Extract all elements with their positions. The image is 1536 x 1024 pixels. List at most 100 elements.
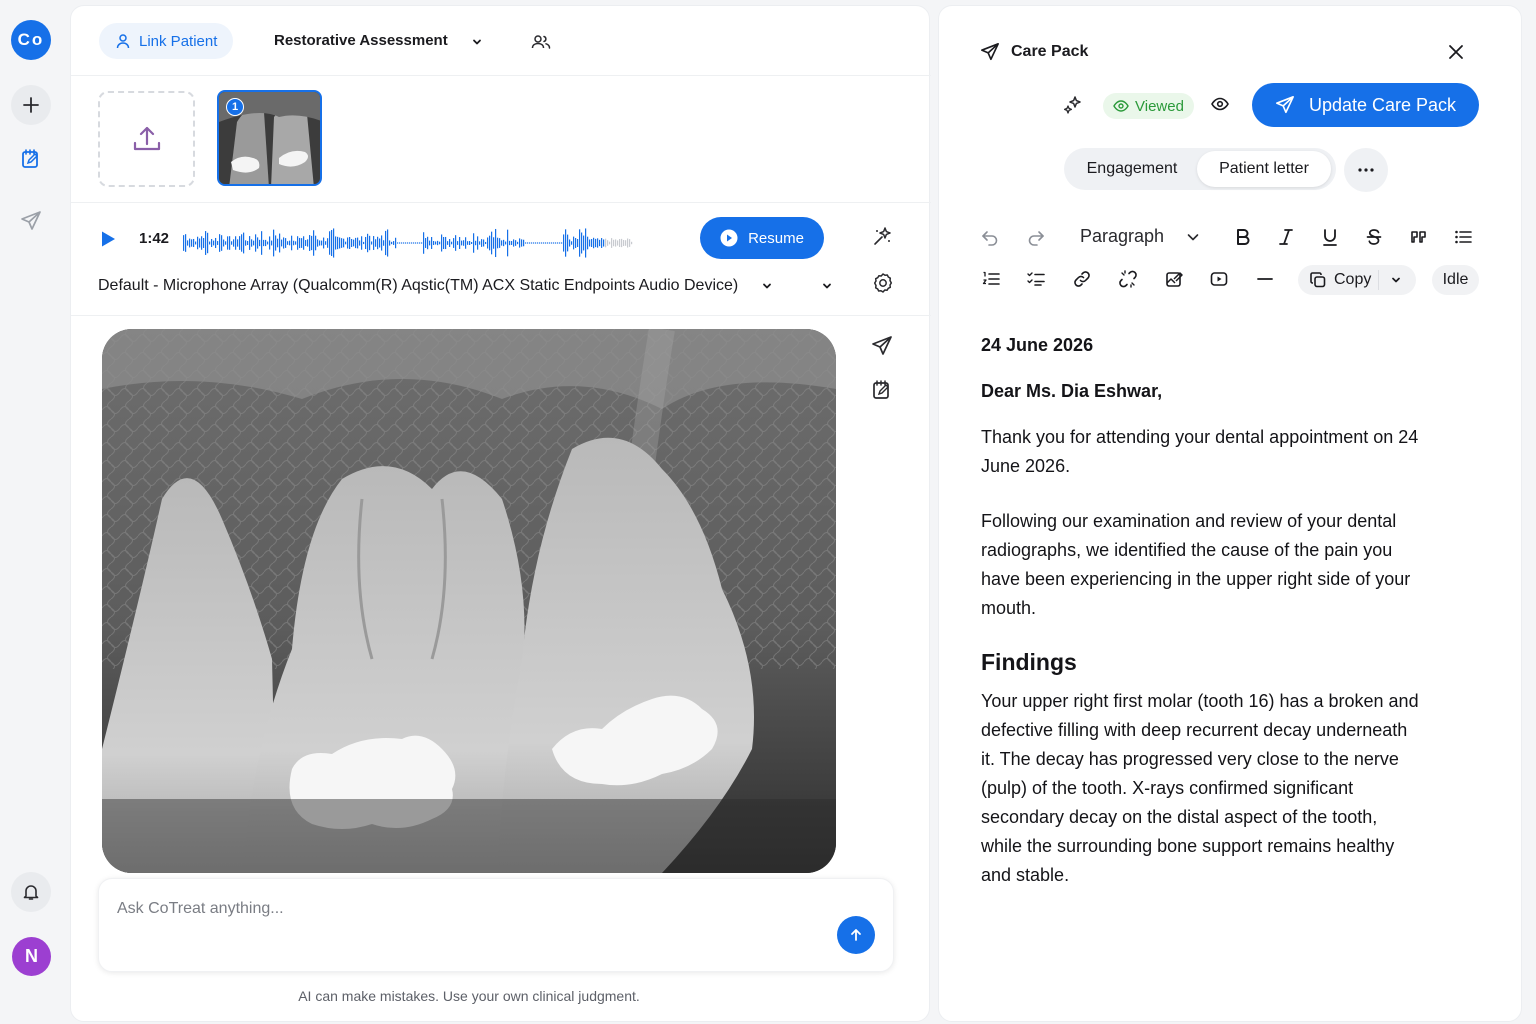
chat-input-box[interactable]: Ask CoTreat anything... xyxy=(98,878,894,972)
chevron-down-icon[interactable] xyxy=(1390,274,1402,286)
upload-image-dropzone[interactable] xyxy=(98,91,195,187)
horizontal-rule-button[interactable] xyxy=(1252,266,1278,292)
audio-waveform[interactable] xyxy=(183,224,638,262)
waveform-bar xyxy=(405,242,407,244)
waveform-bar xyxy=(309,235,311,251)
waveform-bar xyxy=(529,242,531,244)
plus-icon xyxy=(23,97,39,113)
chevron-down-icon[interactable] xyxy=(761,280,773,292)
patient-letter-body[interactable]: 24 June 2026 Dear Ms. Dia Eshwar, Thank … xyxy=(981,331,1421,916)
undo-button[interactable] xyxy=(977,224,1003,250)
waveform-bar xyxy=(365,236,367,250)
waveform-bar xyxy=(211,239,213,247)
link-patient-button[interactable]: Link Patient xyxy=(99,23,234,59)
waveform-bar xyxy=(283,237,285,249)
numbered-list-button[interactable] xyxy=(978,266,1004,292)
update-care-pack-button[interactable]: Update Care Pack xyxy=(1252,83,1479,127)
waveform-bar xyxy=(423,232,425,254)
microphone-device-label[interactable]: Default - Microphone Array (Qualcomm(R) … xyxy=(98,277,738,295)
waveform-bar xyxy=(319,240,321,246)
waveform-bar xyxy=(269,236,271,250)
waveform-bar xyxy=(263,239,265,247)
user-avatar[interactable]: N xyxy=(12,937,51,976)
underline-button[interactable] xyxy=(1317,224,1343,250)
waveform-bar xyxy=(625,240,627,246)
strikethrough-button[interactable] xyxy=(1361,224,1387,250)
more-options-button[interactable] xyxy=(1344,148,1388,192)
waveform-bar xyxy=(307,239,309,247)
play-icon[interactable] xyxy=(99,230,117,248)
copy-icon xyxy=(1310,272,1326,288)
waveform-bar xyxy=(467,241,469,245)
resume-button[interactable]: Resume xyxy=(700,217,824,259)
send-nav-button[interactable] xyxy=(11,201,51,241)
send-icon[interactable] xyxy=(871,335,893,357)
waveform-bar xyxy=(445,236,447,250)
waveform-bar xyxy=(525,242,527,244)
remove-link-button[interactable] xyxy=(1115,266,1141,292)
waveform-bar xyxy=(233,239,235,247)
waveform-bar xyxy=(315,235,317,251)
radiograph-viewer[interactable] xyxy=(102,329,836,873)
bold-button[interactable] xyxy=(1230,224,1256,250)
waveform-bar xyxy=(541,242,543,244)
gear-icon[interactable] xyxy=(872,272,894,294)
waveform-bar xyxy=(195,241,197,245)
waveform-bar xyxy=(253,240,255,246)
bullet-list-button[interactable] xyxy=(1450,224,1476,250)
chevron-down-icon[interactable] xyxy=(1186,230,1200,244)
radiograph-thumbnail[interactable]: 1 xyxy=(217,90,322,186)
waveform-bar xyxy=(183,235,185,251)
waveform-bar xyxy=(203,238,205,248)
waveform-bar xyxy=(623,239,625,247)
waveform-bar xyxy=(273,229,275,257)
notifications-button[interactable] xyxy=(11,872,51,912)
chevron-down-icon[interactable] xyxy=(471,36,483,48)
tab-engagement[interactable]: Engagement xyxy=(1067,151,1197,187)
waveform-bar xyxy=(477,236,479,250)
copy-button[interactable]: Copy xyxy=(1298,265,1416,295)
waveform-bar xyxy=(599,239,601,247)
notes-nav-button[interactable] xyxy=(11,139,51,179)
new-session-button[interactable] xyxy=(11,85,51,125)
ai-disclaimer: AI can make mistakes. Use your own clini… xyxy=(298,988,640,1004)
insert-video-button[interactable] xyxy=(1206,266,1232,292)
copy-label: Copy xyxy=(1334,271,1372,288)
waveform-bar xyxy=(275,235,277,251)
waveform-bar xyxy=(277,238,279,248)
insert-image-button[interactable] xyxy=(1161,266,1187,292)
blockquote-button[interactable] xyxy=(1406,224,1432,250)
waveform-bar xyxy=(271,240,273,246)
redo-button[interactable] xyxy=(1023,224,1049,250)
assessment-selector-label[interactable]: Restorative Assessment xyxy=(274,32,448,49)
block-format-select[interactable]: Paragraph xyxy=(1080,226,1164,247)
chevron-down-icon[interactable] xyxy=(821,280,833,292)
app-logo[interactable]: Co xyxy=(11,20,51,60)
waveform-bar xyxy=(493,237,495,249)
waveform-bar xyxy=(353,239,355,247)
waveform-bar xyxy=(217,241,219,245)
eye-icon[interactable] xyxy=(1211,95,1229,113)
waveform-bar xyxy=(609,241,611,245)
waveform-bar xyxy=(505,241,507,245)
ai-sparkle-icon[interactable] xyxy=(1063,95,1083,115)
waveform-bar xyxy=(567,234,569,252)
waveform-bar xyxy=(465,237,467,249)
checklist-button[interactable] xyxy=(1023,266,1049,292)
tab-patient-letter[interactable]: Patient letter xyxy=(1197,151,1331,187)
insert-link-button[interactable] xyxy=(1069,266,1095,292)
chat-send-button[interactable] xyxy=(837,916,875,954)
chat-input-placeholder[interactable]: Ask CoTreat anything... xyxy=(117,900,284,918)
note-edit-icon[interactable] xyxy=(871,379,893,401)
people-icon[interactable] xyxy=(531,33,551,51)
waveform-bar xyxy=(577,239,579,247)
waveform-bar xyxy=(549,242,551,244)
waveform-bar xyxy=(323,237,325,249)
italic-button[interactable] xyxy=(1273,224,1299,250)
waveform-bar xyxy=(325,241,327,245)
horizontal-rule-icon xyxy=(1257,278,1273,280)
waveform-bar xyxy=(305,240,307,246)
ai-sparkle-icon[interactable] xyxy=(873,226,893,246)
close-icon[interactable] xyxy=(1447,43,1465,61)
waveform-bar xyxy=(425,238,427,248)
